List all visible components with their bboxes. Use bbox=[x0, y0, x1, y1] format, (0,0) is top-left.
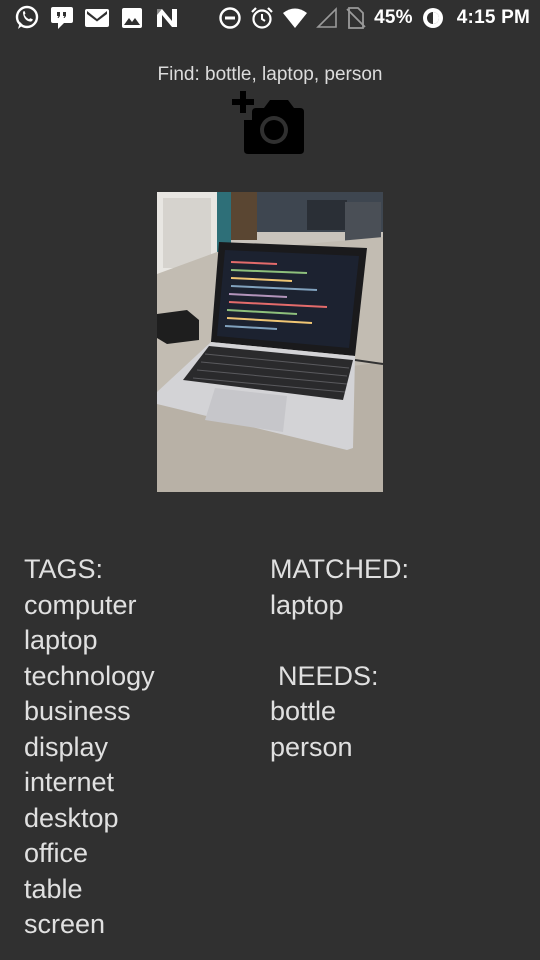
battery-icon bbox=[421, 6, 445, 30]
matches-column: MATCHED: laptop NEEDS: bottle person bbox=[270, 552, 409, 765]
wifi-icon bbox=[282, 7, 308, 29]
clock: 4:15 PM bbox=[456, 7, 530, 28]
alarm-icon bbox=[250, 6, 274, 30]
gmail-icon bbox=[84, 7, 110, 29]
captured-photo bbox=[157, 192, 383, 492]
notification-icons bbox=[14, 5, 180, 31]
tag-item: table bbox=[24, 873, 83, 904]
add-a-photo-icon bbox=[232, 91, 304, 154]
tag-item: computer bbox=[24, 589, 137, 620]
whatsapp-icon bbox=[14, 5, 40, 31]
tag-item: technology bbox=[24, 660, 155, 691]
needs-heading: NEEDS: bbox=[278, 660, 379, 691]
dnd-icon bbox=[218, 6, 242, 30]
no-sim-icon bbox=[346, 6, 366, 30]
needs-item: bottle bbox=[270, 696, 337, 726]
gallery-icon bbox=[120, 6, 144, 30]
signal-icon bbox=[316, 7, 338, 29]
hangouts-icon bbox=[50, 5, 74, 31]
status-bar: 45% 4:15 PM bbox=[0, 0, 540, 36]
find-instructions: Find: bottle, laptop, person bbox=[157, 64, 383, 85]
tag-item: business bbox=[24, 696, 131, 726]
matched-heading: MATCHED: bbox=[270, 554, 409, 584]
needs-item: person bbox=[270, 731, 353, 762]
tags-heading: TAGS: bbox=[24, 554, 104, 584]
tag-item: office bbox=[24, 838, 89, 868]
battery-percentage: 45% bbox=[374, 7, 413, 28]
add-photo-button[interactable] bbox=[232, 90, 308, 158]
system-icons: 45% 4:15 PM bbox=[218, 5, 530, 31]
tag-item: laptop bbox=[24, 625, 98, 655]
tag-item: display bbox=[24, 731, 109, 762]
n-icon bbox=[154, 6, 180, 30]
tag-item: internet bbox=[24, 767, 115, 797]
tag-item: desktop bbox=[24, 802, 119, 833]
tags-column: TAGS: computer laptop technology busines… bbox=[24, 552, 155, 943]
tag-item: screen bbox=[24, 909, 106, 939]
matched-item: laptop bbox=[270, 589, 344, 620]
laptop-photo bbox=[157, 192, 383, 492]
